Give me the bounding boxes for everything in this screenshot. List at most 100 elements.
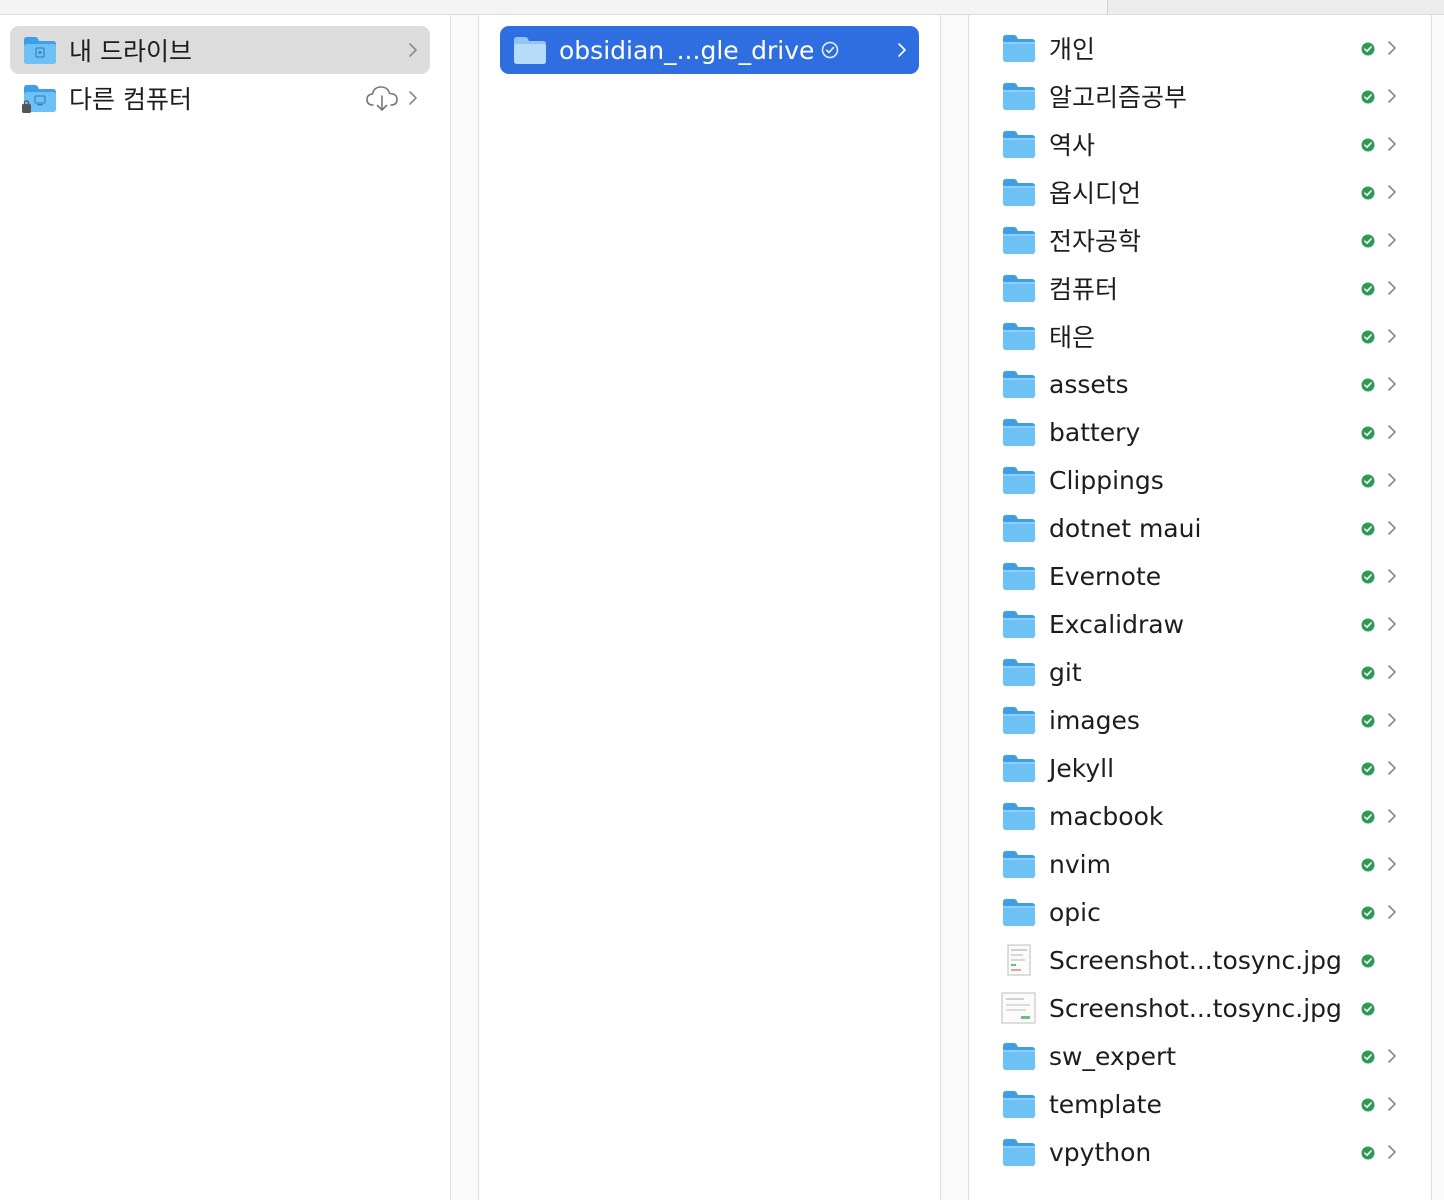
folder-item[interactable]: nvim [999,840,1409,888]
folder-item-label: 옵시디언 [1049,179,1142,208]
folder-item[interactable]: battery [999,408,1409,456]
file-item[interactable]: Screenshot...tosync.jpg [999,936,1409,984]
file-item-label: Screenshot...tosync.jpg [1049,945,1342,975]
synced-check-icon [1361,1097,1375,1112]
chevron-right-icon [1385,1142,1401,1162]
chevron-right-icon [1385,614,1401,634]
synced-check-icon [1361,857,1375,872]
folder-item[interactable]: images [999,696,1409,744]
folder-item-label: 태은 [1049,323,1096,352]
cloud-download-icon[interactable] [364,83,400,113]
folder-item-label: Jekyll [1049,753,1115,783]
folder-item[interactable]: opic [999,888,1409,936]
toolbar-segment [1107,0,1444,14]
folder-item-label: 역사 [1049,131,1096,160]
synced-check-icon [1361,617,1375,632]
synced-check-icon [1361,425,1375,440]
synced-check-icon [1361,521,1375,536]
chevron-right-icon [1385,854,1401,874]
synced-check-icon [1361,281,1375,296]
folder-item[interactable]: sw_expert [999,1032,1409,1080]
column-resize-gutter[interactable] [1431,15,1444,1200]
folder-column: obsidian_...gle_drive [479,15,940,1200]
folder-item[interactable]: obsidian_...gle_drive [500,26,919,74]
folder-item[interactable]: 태은 [999,312,1409,360]
folder-item[interactable]: vpython [999,1128,1409,1176]
chevron-right-icon [1385,758,1401,778]
folder-icon [1001,32,1037,64]
chevron-placeholder [1385,998,1401,1018]
folder-item-label: obsidian_...gle_drive [559,35,815,65]
chevron-right-icon [1385,422,1401,442]
folder-icon [1001,896,1037,928]
folder-item-label: battery [1049,417,1141,447]
chevron-right-icon [1385,662,1401,682]
folder-icon [1001,368,1037,400]
folder-icon [1001,704,1037,736]
synced-check-icon [1361,569,1375,584]
drive-folder-icon [22,34,58,66]
chevron-right-icon [1385,1094,1401,1114]
chevron-right-icon [1385,278,1401,298]
folder-item-label: assets [1049,369,1129,399]
folder-item-label: opic [1049,897,1101,927]
chevron-right-icon [1385,710,1401,730]
folder-item[interactable]: Evernote [999,552,1409,600]
chevron-right-icon [406,40,422,60]
chevron-right-icon [895,40,911,60]
folder-item-label: sw_expert [1049,1041,1177,1071]
synced-check-icon [1361,377,1375,392]
folder-item[interactable]: Clippings [999,456,1409,504]
sidebar-item[interactable]: 내 드라이브 [10,26,430,74]
folder-item[interactable]: 알고리즘공부 [999,72,1409,120]
synced-check-icon [1361,1001,1375,1016]
file-item[interactable]: Screenshot...tosync.jpg [999,984,1409,1032]
chevron-right-icon [1385,326,1401,346]
folder-icon [1001,128,1037,160]
synced-check-icon [1361,185,1375,200]
chevron-right-icon [1385,1046,1401,1066]
chevron-right-icon [1385,182,1401,202]
folder-item[interactable]: 개인 [999,24,1409,72]
folder-item-label: Clippings [1049,465,1164,495]
folder-item-label: template [1049,1089,1162,1119]
folder-item[interactable]: 역사 [999,120,1409,168]
folder-item[interactable]: macbook [999,792,1409,840]
folder-item[interactable]: git [999,648,1409,696]
folder-icon [1001,800,1037,832]
folder-item[interactable]: Jekyll [999,744,1409,792]
folder-item[interactable]: dotnet maui [999,504,1409,552]
chevron-right-icon [406,88,422,108]
folder-item[interactable]: assets [999,360,1409,408]
folder-item[interactable]: template [999,1080,1409,1128]
folder-icon [1001,752,1037,784]
folder-item-label: Excalidraw [1049,609,1185,639]
synced-check-icon [1361,137,1375,152]
column-resize-gutter[interactable] [940,15,969,1200]
synced-check-icon [1361,89,1375,104]
folder-item[interactable]: 전자공학 [999,216,1409,264]
image-file-icon [1001,944,1037,976]
folder-icon [1001,464,1037,496]
synced-check-icon [1361,1049,1375,1064]
folder-item-label: dotnet maui [1049,513,1202,543]
folder-item-label: nvim [1049,849,1111,879]
synced-check-icon [821,41,839,59]
sidebar-item[interactable]: 다른 컴퓨터 [10,74,430,122]
chevron-right-icon [1385,38,1401,58]
synced-check-icon [1361,953,1375,968]
column-resize-gutter[interactable] [450,15,479,1200]
sidebar-item-label: 내 드라이브 [69,37,192,66]
folder-item[interactable]: 옵시디언 [999,168,1409,216]
folder-icon [1001,1088,1037,1120]
sidebar-item-label: 다른 컴퓨터 [69,85,192,114]
folder-icon [1001,80,1037,112]
chevron-right-icon [1385,518,1401,538]
computer-folder-icon [22,82,58,114]
chevron-right-icon [1385,470,1401,490]
synced-check-icon [1361,41,1375,56]
folder-item[interactable]: Excalidraw [999,600,1409,648]
folder-item-label: images [1049,705,1140,735]
folder-icon [1001,320,1037,352]
folder-item[interactable]: 컴퓨터 [999,264,1409,312]
